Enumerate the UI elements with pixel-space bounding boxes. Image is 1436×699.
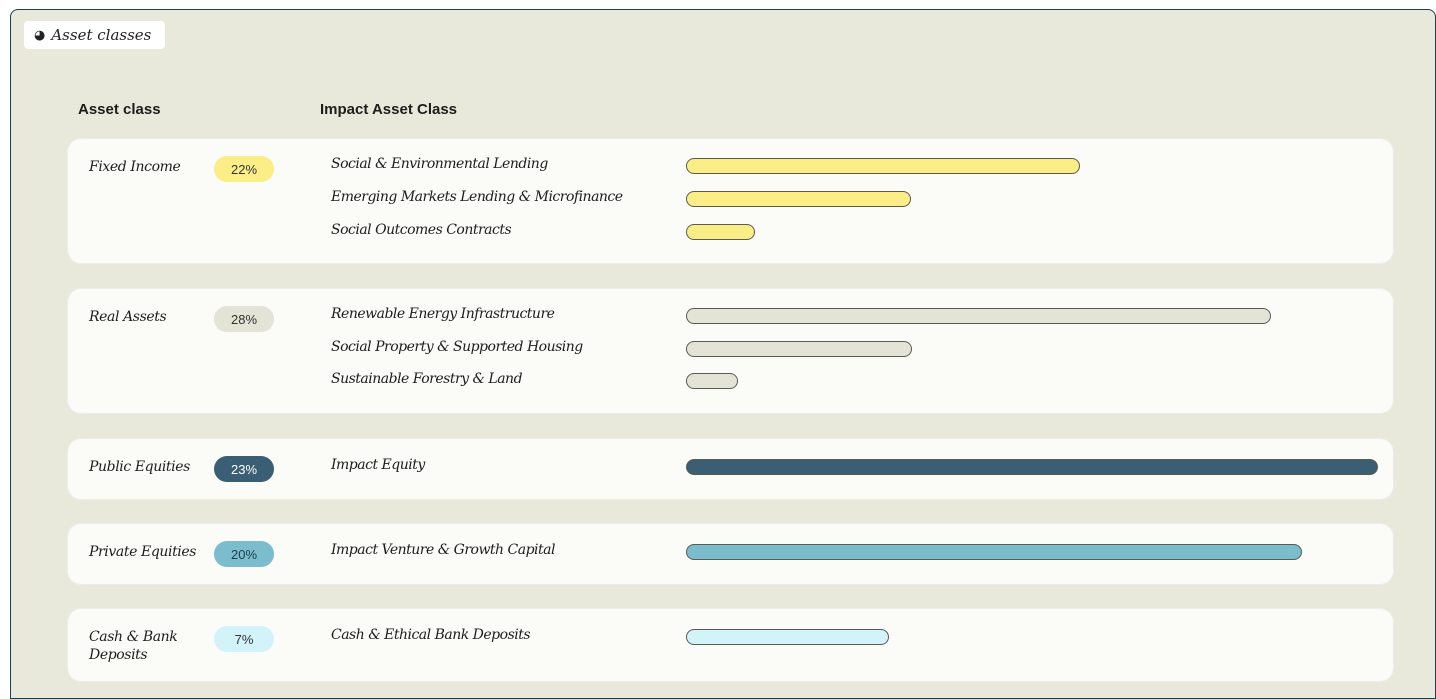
- asset-class-name: Real Assets: [89, 309, 167, 325]
- asset-class-name: Cash & Bank Deposits: [89, 629, 178, 663]
- bar-track: [686, 191, 1378, 209]
- asset-class-percent-badge: 28%: [214, 306, 274, 332]
- impact-asset-class-label: Social & Environmental Lending: [331, 156, 548, 172]
- allocation-bar: [686, 308, 1271, 324]
- asset-classes-panel: ◕ Asset classes Asset class Impact Asset…: [10, 9, 1436, 699]
- bar-track: [686, 629, 1378, 647]
- impact-asset-class-label: Social Outcomes Contracts: [331, 222, 512, 238]
- asset-class-card: Fixed Income 22% Social & Environmental Le…: [67, 138, 1394, 264]
- bar-track: [686, 308, 1378, 326]
- asset-class-name: Public Equities: [89, 459, 190, 475]
- asset-class-rows: Fixed Income 22% Social & Environmental Le…: [11, 10, 1435, 698]
- asset-class-percent-badge: 23%: [214, 456, 274, 482]
- allocation-bar: [686, 341, 912, 357]
- asset-class-percent-badge: 20%: [214, 541, 274, 567]
- impact-asset-class-label: Emerging Markets Lending & Microfinance: [331, 189, 623, 205]
- impact-asset-class-label: Social Property & Supported Housing: [331, 339, 583, 355]
- asset-class-name: Private Equities: [89, 544, 197, 560]
- bar-track: [686, 544, 1378, 562]
- allocation-bar: [686, 158, 1080, 174]
- bar-track: [686, 341, 1378, 359]
- asset-class-card: Real Assets 28% Renewable Energy Infrastru…: [67, 288, 1394, 414]
- asset-class-card: Cash & Bank Deposits 7% Cash & Ethical Ban…: [67, 608, 1394, 682]
- bar-track: [686, 224, 1378, 242]
- impact-asset-class-label: Cash & Ethical Bank Deposits: [331, 627, 531, 643]
- impact-asset-class-label: Impact Venture & Growth Capital: [331, 542, 555, 558]
- allocation-bar: [686, 373, 738, 389]
- allocation-bar: [686, 224, 755, 240]
- bar-track: [686, 459, 1378, 477]
- asset-class-percent-badge: 22%: [214, 156, 274, 182]
- bar-track: [686, 158, 1378, 176]
- impact-asset-class-label: Sustainable Forestry & Land: [331, 371, 523, 387]
- allocation-bar: [686, 459, 1378, 475]
- asset-class-card: Public Equities 23% Impact Equity: [67, 438, 1394, 500]
- asset-class-name: Fixed Income: [89, 159, 181, 175]
- bar-track: [686, 373, 1378, 391]
- impact-asset-class-label: Impact Equity: [331, 457, 425, 473]
- asset-class-card: Private Equities 20% Impact Venture & Grow…: [67, 523, 1394, 585]
- asset-class-percent-badge: 7%: [214, 626, 274, 652]
- allocation-bar: [686, 629, 889, 645]
- impact-asset-class-label: Renewable Energy Infrastructure: [331, 306, 555, 322]
- allocation-bar: [686, 544, 1302, 560]
- allocation-bar: [686, 191, 911, 207]
